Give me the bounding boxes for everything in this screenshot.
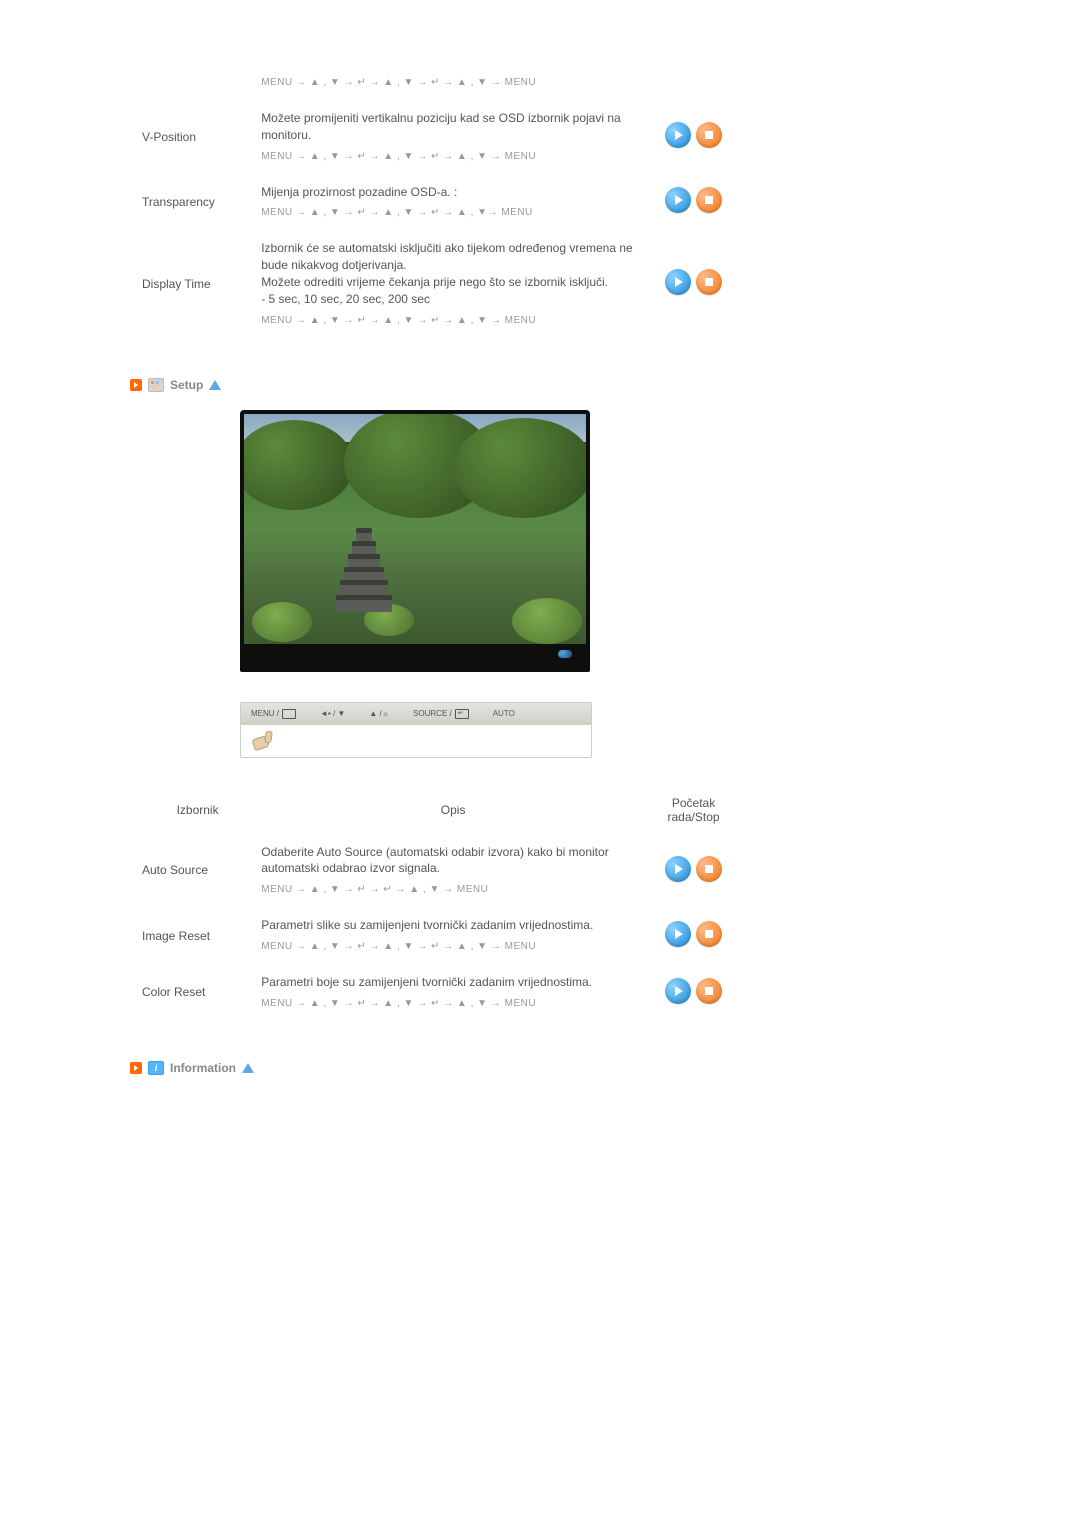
nav-sequence: MENU → ▲ , ▼ → ↵ → ▲ , ▼ → ↵ → ▲ , ▼ → M…: [261, 150, 645, 164]
play-button[interactable]: [665, 921, 691, 947]
row-label-transparency: Transparency: [138, 174, 257, 231]
expand-icon: [130, 1062, 142, 1074]
row-desc-vposition: Možete promijeniti vertikalnu poziciju k…: [261, 110, 645, 144]
mode-down-icon: ◄▪ / ▼: [320, 709, 345, 718]
stop-button[interactable]: [696, 187, 722, 213]
stop-button[interactable]: [696, 269, 722, 295]
btnbar-menu-label: MENU /: [251, 709, 279, 718]
stop-button[interactable]: [696, 122, 722, 148]
row-label-displaytime: Display Time: [138, 230, 257, 337]
btnbar-auto-label: AUTO: [493, 709, 515, 718]
power-led-icon: [558, 650, 572, 658]
up-bright-icon: ▲ /☼: [369, 709, 389, 718]
play-button[interactable]: [665, 978, 691, 1004]
row-label-vposition: V-Position: [138, 100, 257, 174]
nav-sequence: MENU → ▲ , ▼ → ↵ → ▲ , ▼ → ↵ → ▲ , ▼ → M…: [261, 997, 645, 1011]
button-bar-illustration: MENU / ◄▪ / ▼ ▲ /☼ SOURCE / AUTO: [240, 702, 592, 758]
row-label-colorreset: Color Reset: [138, 964, 257, 1021]
nav-sequence: MENU → ▲ , ▼ → ↵ → ↵ → ▲ , ▼ → MENU: [261, 883, 645, 897]
play-button[interactable]: [665, 187, 691, 213]
section-header-information: i Information: [130, 1061, 950, 1075]
btnbar-source-label: SOURCE /: [413, 709, 452, 718]
stop-button[interactable]: [696, 921, 722, 947]
row-desc-transparency: Mijenja prozirnost pozadine OSD-a. :: [261, 184, 645, 201]
enter-box-icon: [455, 709, 469, 719]
play-button[interactable]: [665, 856, 691, 882]
info-icon: i: [148, 1061, 164, 1075]
col-header-pocetak: Početak rada/Stop: [649, 786, 738, 834]
stop-button[interactable]: [696, 856, 722, 882]
row-label-autosource: Auto Source: [138, 834, 257, 908]
nav-sequence: MENU → ▲ , ▼ → ↵ → ▲ , ▼ → ↵ → ▲ , ▼ → M…: [261, 314, 645, 328]
section-title: Information: [170, 1061, 236, 1075]
col-header-opis: Opis: [257, 786, 649, 834]
play-button[interactable]: [665, 122, 691, 148]
setup-icon: [148, 378, 164, 392]
nav-sequence: MENU → ▲ , ▼ → ↵ → ▲ , ▼ → ↵ → ▲ , ▼ → M…: [261, 940, 645, 954]
nav-sequence: MENU → ▲ , ▼ → ↵ → ▲ , ▼ → ↵ → ▲ , ▼→ ME…: [261, 206, 645, 220]
up-triangle-icon[interactable]: [209, 380, 221, 390]
stop-button[interactable]: [696, 978, 722, 1004]
expand-icon: [130, 379, 142, 391]
row-desc-imagereset: Parametri slike su zamijenjeni tvornički…: [261, 917, 645, 934]
hand-pointer-icon: [251, 731, 277, 751]
row-desc-displaytime-2: Možete odrediti vrijeme čekanja prije ne…: [261, 274, 645, 291]
row-label-imagereset: Image Reset: [138, 907, 257, 964]
section-title: Setup: [170, 378, 203, 392]
col-header-izbornik: Izbornik: [138, 786, 257, 834]
row-desc-colorreset: Parametri boje su zamijenjeni tvornički …: [261, 974, 645, 991]
monitor-illustration: [240, 410, 590, 672]
play-button[interactable]: [665, 269, 691, 295]
nav-sequence: MENU → ▲ , ▼ → ↵ → ▲ , ▼ → ↵ → ▲ , ▼ → M…: [261, 76, 645, 90]
row-desc-displaytime-1: Izbornik će se automatski isključiti ako…: [261, 240, 645, 274]
section-header-setup: Setup: [130, 378, 950, 392]
menu-box-icon: [282, 709, 296, 719]
row-desc-displaytime-3: - 5 sec, 10 sec, 20 sec, 200 sec: [261, 291, 645, 308]
row-desc-autosource: Odaberite Auto Source (automatski odabir…: [261, 844, 645, 878]
up-triangle-icon[interactable]: [242, 1063, 254, 1073]
